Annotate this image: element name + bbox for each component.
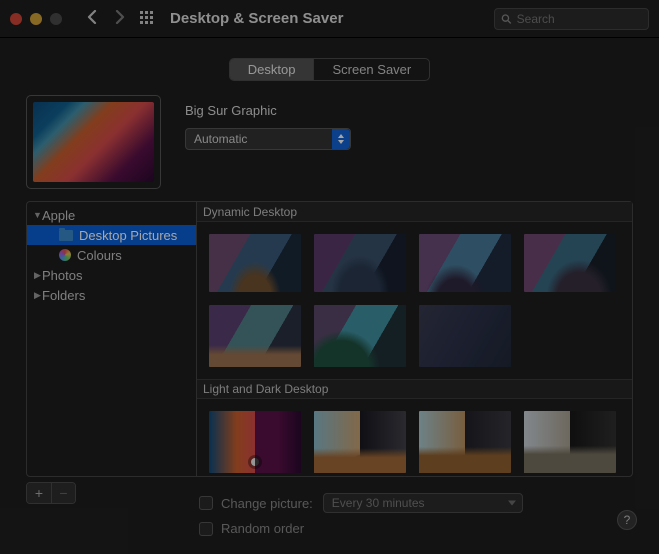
sidebar-item-apple[interactable]: ▼ Apple: [27, 205, 196, 225]
add-source-button[interactable]: +: [27, 483, 51, 503]
sidebar-item-label: Colours: [77, 248, 122, 263]
tab-screen-saver[interactable]: Screen Saver: [313, 59, 429, 80]
light-dark-icon: [458, 455, 472, 469]
stepper-icon: [332, 129, 350, 149]
wallpaper-thumbnail[interactable]: [209, 234, 301, 292]
wallpaper-thumbnail[interactable]: [419, 411, 511, 473]
light-dark-icon: [248, 455, 262, 469]
toolbar: Desktop & Screen Saver: [0, 0, 659, 38]
thumbnails-panel: Dynamic Desktop Light and Dark Desktop: [197, 202, 632, 476]
catalog: ▼ Apple Desktop Pictures Colours ▶ Photo…: [26, 201, 633, 477]
search-field[interactable]: [494, 8, 649, 30]
current-wallpaper-preview: [26, 95, 161, 189]
footer-controls: Change picture: Every 30 minutes Random …: [199, 493, 523, 536]
sidebar-item-folders[interactable]: ▶ Folders: [27, 285, 196, 305]
forward-button: [110, 8, 130, 29]
light-dark-icon: [563, 455, 577, 469]
minimize-window-button[interactable]: [30, 13, 42, 25]
zoom-window-button: [50, 13, 62, 25]
wallpaper-thumbnail[interactable]: [314, 234, 406, 292]
sidebar-item-label: Apple: [42, 208, 75, 223]
wallpaper-thumbnail[interactable]: [314, 305, 406, 367]
add-remove-source: + −: [26, 482, 76, 504]
help-button[interactable]: ?: [617, 510, 637, 530]
folder-icon: [59, 230, 73, 241]
disclosure-triangle-icon[interactable]: ▼: [33, 210, 42, 220]
light-dark-icon: [353, 455, 367, 469]
window-controls: [10, 13, 62, 25]
source-sidebar: ▼ Apple Desktop Pictures Colours ▶ Photo…: [27, 202, 197, 476]
show-all-preferences-button[interactable]: [140, 11, 156, 27]
colour-wheel-icon: [59, 249, 71, 261]
interval-value: Every 30 minutes: [332, 496, 425, 510]
wallpaper-mode-popup[interactable]: Automatic: [185, 128, 351, 150]
sidebar-item-colours[interactable]: Colours: [27, 245, 196, 265]
wallpaper-preview-image: [33, 102, 154, 182]
section-light-and-dark: Light and Dark Desktop: [197, 379, 632, 399]
wallpaper-thumbnail[interactable]: [209, 305, 301, 367]
search-input[interactable]: [517, 12, 642, 26]
sidebar-item-photos[interactable]: ▶ Photos: [27, 265, 196, 285]
window-title: Desktop & Screen Saver: [170, 10, 343, 27]
random-order-label: Random order: [221, 521, 304, 536]
wallpaper-thumbnail[interactable]: [524, 234, 616, 292]
disclosure-triangle-icon[interactable]: ▶: [33, 270, 42, 281]
wallpaper-name-label: Big Sur Graphic: [185, 103, 633, 118]
wallpaper-thumbnail[interactable]: [524, 411, 616, 473]
sidebar-item-label: Folders: [42, 288, 85, 303]
sidebar-item-label: Desktop Pictures: [79, 228, 177, 243]
wallpaper-thumbnail[interactable]: [209, 411, 301, 473]
tab-desktop[interactable]: Desktop: [230, 59, 314, 80]
back-button[interactable]: [82, 8, 102, 29]
random-order-checkbox: [199, 522, 213, 536]
close-window-button[interactable]: [10, 13, 22, 25]
wallpaper-thumbnail[interactable]: [314, 411, 406, 473]
wallpaper-mode-value: Automatic: [194, 132, 247, 146]
sidebar-item-desktop-pictures[interactable]: Desktop Pictures: [27, 225, 196, 245]
search-icon: [501, 13, 512, 25]
remove-source-button: −: [51, 483, 75, 503]
change-picture-interval-popup: Every 30 minutes: [323, 493, 523, 513]
change-picture-checkbox[interactable]: [199, 496, 213, 510]
wallpaper-thumbnail[interactable]: [419, 234, 511, 292]
disclosure-triangle-icon[interactable]: ▶: [33, 290, 42, 301]
section-dynamic-desktop: Dynamic Desktop: [197, 202, 632, 222]
sidebar-item-label: Photos: [42, 268, 82, 283]
wallpaper-thumbnail[interactable]: [419, 305, 511, 367]
change-picture-label: Change picture:: [221, 496, 313, 511]
tab-bar: Desktop Screen Saver: [0, 58, 659, 81]
